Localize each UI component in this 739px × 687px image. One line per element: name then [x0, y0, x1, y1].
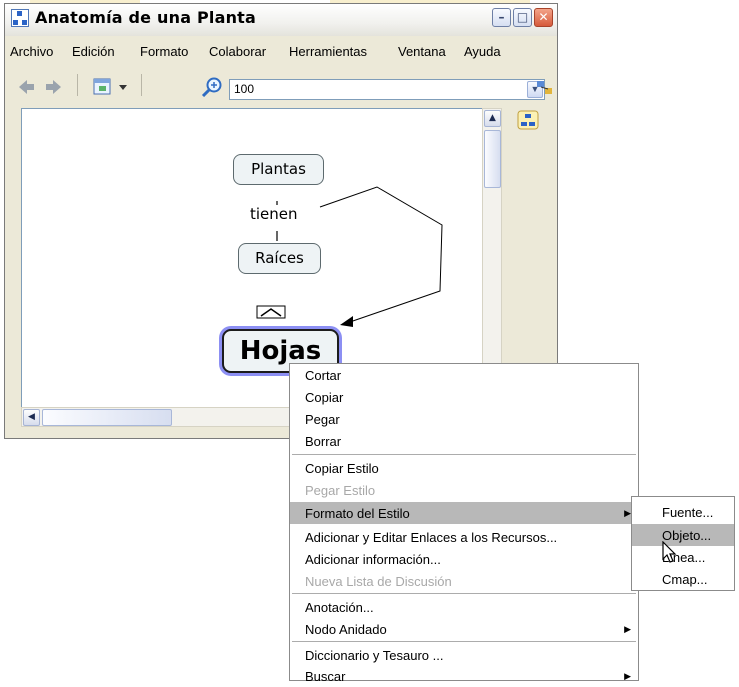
maximize-button[interactable]: □ [513, 8, 532, 27]
menu-item-copiar-estilo[interactable]: Copiar Estilo [290, 457, 638, 479]
scroll-left-button[interactable]: ◀ [23, 409, 40, 426]
forward-arrow-icon[interactable] [45, 80, 61, 94]
menu-edicion[interactable]: Edición [72, 44, 115, 59]
menu-bar: Archivo Edición Formato Colaborar Herram… [5, 36, 557, 66]
menu-ventana[interactable]: Ventana [398, 44, 446, 59]
menu-herramientas[interactable]: Herramientas [289, 44, 367, 59]
linking-phrase-tienen[interactable]: tienen [250, 205, 298, 223]
toolbar-separator [77, 74, 78, 96]
window-title: Anatomía de una Planta [35, 8, 257, 27]
zoom-combobox[interactable]: 100 ▼ [229, 79, 545, 100]
menu-item-cortar[interactable]: Cortar [290, 364, 638, 386]
toolbar: 100 ▼ [5, 66, 557, 104]
title-bar[interactable]: Anatomía de una Planta – □ ✕ [5, 4, 557, 36]
menu-item-buscar[interactable]: Buscar ▶ [290, 665, 638, 687]
close-button[interactable]: ✕ [534, 8, 553, 27]
submenu-item-fuente[interactable]: Fuente... [632, 501, 734, 523]
menu-item-formato-del-estilo[interactable]: Formato del Estilo ▶ [290, 502, 638, 524]
menu-item-adicionar-informacion[interactable]: Adicionar información... [290, 548, 638, 570]
zoom-icon[interactable] [201, 77, 223, 97]
menu-separator [292, 454, 636, 455]
cmap-app-icon [11, 9, 29, 27]
minimize-button[interactable]: – [492, 8, 511, 27]
formato-submenu: Fuente... Objeto... Línea... Cmap... [631, 496, 735, 591]
concept-node-plantas[interactable]: Plantas [233, 154, 324, 185]
menu-ayuda[interactable]: Ayuda [464, 44, 501, 59]
menu-item-borrar[interactable]: Borrar [290, 430, 638, 452]
submenu-arrow-icon: ▶ [624, 671, 631, 681]
context-menu: Cortar Copiar Pegar Borrar Copiar Estilo… [289, 363, 639, 684]
menu-item-pegar-estilo: Pegar Estilo [305, 483, 376, 498]
scroll-up-button[interactable]: ▲ [484, 110, 501, 127]
menu-item-pegar[interactable]: Pegar [290, 408, 638, 430]
menu-item-nueva-lista-discusion: Nueva Lista de Discusión [305, 574, 452, 589]
menu-item-nodo-anidado[interactable]: Nodo Anidado ▶ [290, 618, 638, 640]
horizontal-scroll-thumb[interactable] [42, 409, 172, 426]
submenu-item-objeto[interactable]: Objeto... [632, 524, 734, 546]
back-arrow-icon[interactable] [19, 80, 35, 94]
vertical-scroll-thumb[interactable] [484, 130, 501, 188]
menu-item-adicionar-enlaces[interactable]: Adicionar y Editar Enlaces a los Recurso… [290, 526, 638, 548]
submenu-item-linea[interactable]: Línea... [632, 546, 734, 568]
submenu-item-cmap[interactable]: Cmap... [632, 568, 734, 590]
menu-item-copiar[interactable]: Copiar [290, 386, 638, 408]
zoom-value: 100 [234, 82, 255, 96]
view-window-icon[interactable] [93, 78, 115, 96]
chevron-down-icon[interactable] [119, 85, 127, 91]
submenu-arrow-icon: ▶ [624, 624, 631, 634]
menu-archivo[interactable]: Archivo [10, 44, 53, 59]
navigator-icon[interactable] [517, 110, 539, 130]
menu-separator [292, 593, 636, 594]
submenu-arrow-icon: ▶ [624, 508, 631, 518]
menu-formato[interactable]: Formato [140, 44, 188, 59]
toolbar-separator [141, 74, 142, 96]
menu-item-anotacion[interactable]: Anotación... [290, 596, 638, 618]
resize-handle-icon[interactable] [256, 305, 286, 319]
concept-node-raices[interactable]: Raíces [238, 243, 321, 274]
menu-item-diccionario-tesauro[interactable]: Diccionario y Tesauro ... [290, 644, 638, 666]
mouse-pointer-icon [662, 541, 677, 563]
menu-separator [292, 641, 636, 642]
style-tool-icon[interactable] [536, 79, 554, 97]
menu-colaborar[interactable]: Colaborar [209, 44, 266, 59]
